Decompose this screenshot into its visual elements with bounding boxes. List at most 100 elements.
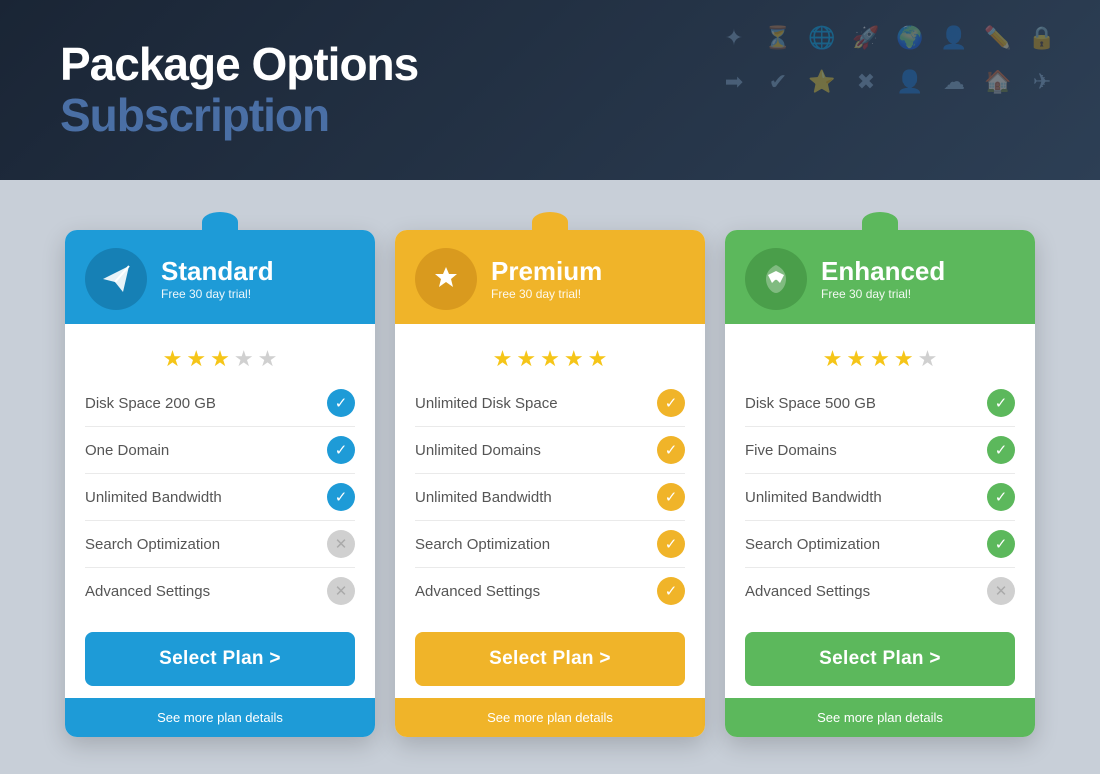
premium-feature-domain-label: Unlimited Domains [415, 442, 541, 459]
premium-feature-disk-check: ✓ [657, 389, 685, 417]
enhanced-feature-domain-label: Five Domains [745, 442, 837, 459]
user-icon: 👤 [892, 64, 928, 100]
enhanced-feature-disk-check: ✓ [987, 389, 1015, 417]
enhanced-feature-advanced: Advanced Settings ✕ [745, 568, 1015, 614]
enhanced-feature-bandwidth-label: Unlimited Bandwidth [745, 489, 882, 506]
premium-feature-domain-check: ✓ [657, 436, 685, 464]
premium-plan-trial: Free 30 day trial! [491, 287, 602, 301]
star-4: ★ [564, 346, 584, 372]
standard-feature-seo: Search Optimization ✕ [85, 521, 355, 568]
enhanced-header-text: Enhanced Free 30 day trial! [821, 258, 945, 301]
premium-card-footer: Select Plan > [395, 614, 705, 686]
home-icon: 🏠 [980, 64, 1016, 100]
star-4: ★ [894, 346, 914, 372]
enhanced-card-body: ★ ★ ★ ★ ★ Disk Space 500 GB ✓ Five Domai… [725, 324, 1035, 614]
enhanced-feature-domain: Five Domains ✓ [745, 427, 1015, 474]
premium-feature-advanced-check: ✓ [657, 577, 685, 605]
star-2: ★ [846, 346, 866, 372]
standard-select-button[interactable]: Select Plan > [85, 632, 355, 686]
standard-more-details[interactable]: See more plan details [65, 698, 375, 737]
premium-feature-disk-label: Unlimited Disk Space [415, 395, 558, 412]
x-icon: ✖ [848, 64, 884, 100]
premium-feature-domain: Unlimited Domains ✓ [415, 427, 685, 474]
premium-feature-advanced-label: Advanced Settings [415, 583, 540, 600]
premium-plan-card: Premium Free 30 day trial! ★ ★ ★ ★ ★ Unl… [395, 230, 705, 737]
star-icon: ⭐ [804, 64, 840, 100]
star-3: ★ [210, 346, 230, 372]
world-icon: 🌍 [892, 20, 928, 56]
enhanced-feature-seo-check: ✓ [987, 530, 1015, 558]
premium-feature-bandwidth-label: Unlimited Bandwidth [415, 489, 552, 506]
premium-feature-seo-check: ✓ [657, 530, 685, 558]
premium-card-header: Premium Free 30 day trial! [395, 230, 705, 324]
premium-header-text: Premium Free 30 day trial! [491, 258, 602, 301]
cloud-icon: ☁ [936, 64, 972, 100]
standard-card-header: Standard Free 30 day trial! [65, 230, 375, 324]
star-2: ★ [186, 346, 206, 372]
star-5: ★ [918, 346, 938, 372]
star-2: ★ [516, 346, 536, 372]
enhanced-plan-name: Enhanced [821, 258, 945, 284]
enhanced-plan-icon [745, 248, 807, 310]
standard-card-body: ★ ★ ★ ★ ★ Disk Space 200 GB ✓ One Domain… [65, 324, 375, 614]
arrow-icon: ➡ [716, 64, 752, 100]
standard-feature-advanced-check: ✕ [327, 577, 355, 605]
enhanced-feature-advanced-check: ✕ [987, 577, 1015, 605]
star-1: ★ [493, 346, 513, 372]
standard-plan-icon [85, 248, 147, 310]
enhanced-card-footer: Select Plan > [725, 614, 1035, 686]
enhanced-feature-disk-label: Disk Space 500 GB [745, 395, 876, 412]
lock-icon: 🔒 [1024, 20, 1060, 56]
enhanced-more-details[interactable]: See more plan details [725, 698, 1035, 737]
standard-feature-disk-label: Disk Space 200 GB [85, 395, 216, 412]
star-1: ★ [823, 346, 843, 372]
enhanced-select-button[interactable]: Select Plan > [745, 632, 1015, 686]
premium-feature-seo: Search Optimization ✓ [415, 521, 685, 568]
enhanced-feature-seo: Search Optimization ✓ [745, 521, 1015, 568]
standard-header-text: Standard Free 30 day trial! [161, 258, 274, 301]
enhanced-feature-advanced-label: Advanced Settings [745, 583, 870, 600]
premium-select-button[interactable]: Select Plan > [415, 632, 685, 686]
premium-more-details[interactable]: See more plan details [395, 698, 705, 737]
premium-feature-disk: Unlimited Disk Space ✓ [415, 380, 685, 427]
standard-feature-seo-label: Search Optimization [85, 536, 220, 553]
star-3: ★ [870, 346, 890, 372]
enhanced-feature-domain-check: ✓ [987, 436, 1015, 464]
premium-feature-bandwidth-check: ✓ [657, 483, 685, 511]
standard-card-footer: Select Plan > [65, 614, 375, 686]
plane-icon: ✈ [1024, 64, 1060, 100]
enhanced-card-header: Enhanced Free 30 day trial! [725, 230, 1035, 324]
premium-card-body: ★ ★ ★ ★ ★ Unlimited Disk Space ✓ Unlimit… [395, 324, 705, 614]
standard-feature-bandwidth: Unlimited Bandwidth ✓ [85, 474, 355, 521]
page-title-line1: Package Options [60, 39, 418, 90]
standard-feature-seo-check: ✕ [327, 530, 355, 558]
standard-stars: ★ ★ ★ ★ ★ [85, 334, 355, 380]
enhanced-plan-trial: Free 30 day trial! [821, 287, 945, 301]
standard-feature-domain: One Domain ✓ [85, 427, 355, 474]
pricing-cards-container: Standard Free 30 day trial! ★ ★ ★ ★ ★ Di… [0, 180, 1100, 774]
premium-stars: ★ ★ ★ ★ ★ [415, 334, 685, 380]
enhanced-plan-card: Enhanced Free 30 day trial! ★ ★ ★ ★ ★ Di… [725, 230, 1035, 737]
star-1: ★ [163, 346, 183, 372]
enhanced-feature-seo-label: Search Optimization [745, 536, 880, 553]
rocket-icon: 🚀 [848, 20, 884, 56]
page-title-block: Package Options Subscription [60, 39, 418, 140]
check-circle-icon: ✔ [760, 64, 796, 100]
premium-plan-icon [415, 248, 477, 310]
standard-feature-disk-check: ✓ [327, 389, 355, 417]
standard-plan-trial: Free 30 day trial! [161, 287, 274, 301]
premium-plan-name: Premium [491, 258, 602, 284]
pencil-icon: ✏️ [980, 20, 1016, 56]
enhanced-feature-bandwidth-check: ✓ [987, 483, 1015, 511]
decorative-icons: ✦ ⏳ 🌐 🚀 🌍 👤 ✏️ 🔒 ➡ ✔ ⭐ ✖ 👤 ☁ 🏠 ✈ [716, 20, 1060, 100]
standard-plan-name: Standard [161, 258, 274, 284]
premium-feature-seo-label: Search Optimization [415, 536, 550, 553]
enhanced-stars: ★ ★ ★ ★ ★ [745, 334, 1015, 380]
globe-icon: 🌐 [804, 20, 840, 56]
standard-feature-advanced-label: Advanced Settings [85, 583, 210, 600]
standard-feature-disk: Disk Space 200 GB ✓ [85, 380, 355, 427]
star-5: ★ [588, 346, 608, 372]
standard-feature-bandwidth-label: Unlimited Bandwidth [85, 489, 222, 506]
page-header: Package Options Subscription ✦ ⏳ 🌐 🚀 🌍 👤… [0, 0, 1100, 180]
nav-icon: ✦ [716, 20, 752, 56]
